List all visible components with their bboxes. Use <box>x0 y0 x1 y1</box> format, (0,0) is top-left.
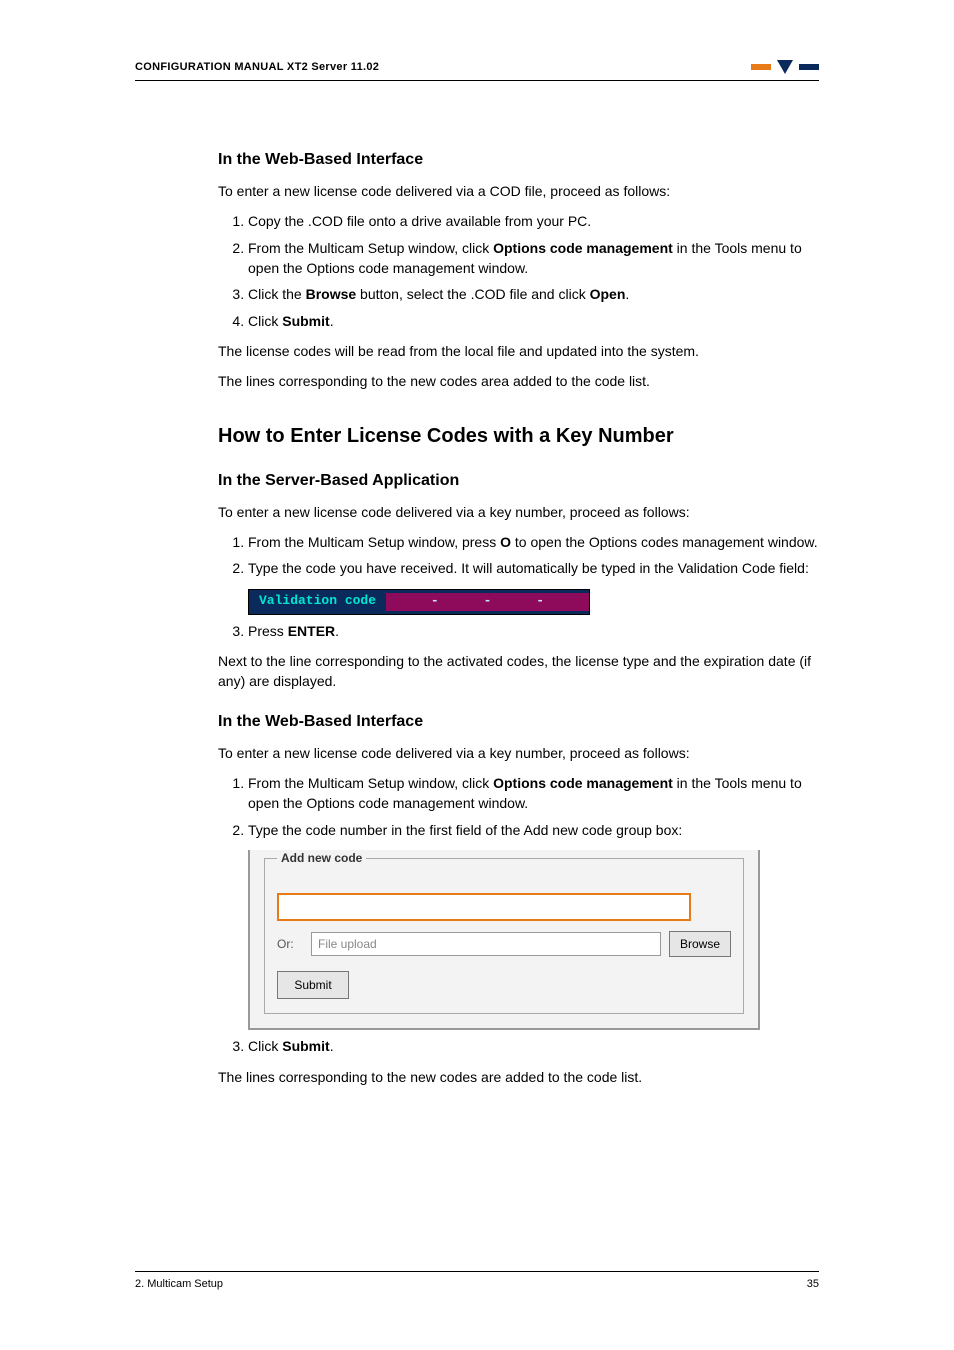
dash-icon: - <box>431 592 439 611</box>
browse-button[interactable]: Browse <box>669 931 731 957</box>
bold-text: O <box>500 534 511 550</box>
bold-text: ENTER <box>288 623 335 639</box>
section-heading-web-cod: In the Web-Based Interface <box>218 148 819 171</box>
list-item: Press ENTER. <box>248 621 819 641</box>
text: . <box>330 1038 334 1054</box>
logo-v <box>777 60 793 74</box>
list-item: Click Submit. <box>248 311 819 331</box>
logo-bar-left <box>751 64 771 70</box>
bold-text: Options code management <box>493 775 673 791</box>
fieldset-legend: Add new code <box>277 850 366 867</box>
list-item: From the Multicam Setup window, press O … <box>248 532 819 552</box>
text: From the Multicam Setup window, click <box>248 775 493 791</box>
text: Click the <box>248 286 306 302</box>
steps-list: From the Multicam Setup window, press O … <box>218 532 819 641</box>
text: . <box>330 313 334 329</box>
evs-logo <box>751 60 819 74</box>
paragraph: Next to the line corresponding to the ac… <box>218 651 819 692</box>
list-item: From the Multicam Setup window, click Op… <box>248 773 819 814</box>
section-heading-server-key: In the Server-Based Application <box>218 469 819 492</box>
intro-text: To enter a new license code delivered vi… <box>218 743 819 763</box>
paragraph: The lines corresponding to the new codes… <box>218 1067 819 1087</box>
bold-text: Submit <box>282 1038 329 1054</box>
paragraph: The license codes will be read from the … <box>218 341 819 361</box>
add-new-code-fieldset: Add new code Or: File upload Browse Subm… <box>264 850 744 1014</box>
text: Click <box>248 313 282 329</box>
paragraph: The lines corresponding to the new codes… <box>218 371 819 391</box>
text: . <box>335 623 339 639</box>
section-heading-keynumber: How to Enter License Codes with a Key Nu… <box>218 422 819 451</box>
bold-text: Browse <box>306 286 357 302</box>
header-title: CONFIGURATION MANUAL XT2 Server 11.02 <box>135 61 379 73</box>
dash-icon: - <box>484 592 492 611</box>
validation-code-label: Validation code <box>249 592 386 611</box>
intro-text: To enter a new license code delivered vi… <box>218 181 819 201</box>
text: Click <box>248 1038 282 1054</box>
text: Type the code number in the first field … <box>248 822 682 838</box>
text: . <box>625 286 629 302</box>
footer-section: 2. Multicam Setup <box>135 1278 223 1290</box>
list-item: Click the Browse button, select the .COD… <box>248 284 819 304</box>
bold-text: Options code management <box>493 240 673 256</box>
add-new-code-screenshot: Add new code Or: File upload Browse Subm… <box>248 850 760 1030</box>
text: Press <box>248 623 288 639</box>
bold-text: Open <box>590 286 626 302</box>
list-item: Click Submit. <box>248 1036 819 1056</box>
section-heading-web-key: In the Web-Based Interface <box>218 710 819 733</box>
file-upload-input[interactable]: File upload <box>311 932 661 956</box>
list-item: Type the code you have received. It will… <box>248 558 819 614</box>
list-item: Type the code number in the first field … <box>248 820 819 1031</box>
text: From the Multicam Setup window, press <box>248 534 500 550</box>
validation-code-field: - - - <box>386 593 589 611</box>
or-label: Or: <box>277 936 303 953</box>
submit-button[interactable]: Submit <box>277 971 349 999</box>
page-header: CONFIGURATION MANUAL XT2 Server 11.02 <box>135 60 819 81</box>
page-number: 35 <box>807 1278 819 1290</box>
text: From the Multicam Setup window, click <box>248 240 493 256</box>
intro-text: To enter a new license code delivered vi… <box>218 502 819 522</box>
list-item: Copy the .COD file onto a drive availabl… <box>248 211 819 231</box>
list-item: From the Multicam Setup window, click Op… <box>248 238 819 279</box>
page-content: In the Web-Based Interface To enter a ne… <box>218 130 819 1097</box>
validation-code-screenshot: Validation code - - - <box>248 589 590 615</box>
bold-text: Submit <box>282 313 329 329</box>
dash-icon: - <box>536 592 544 611</box>
code-input[interactable] <box>277 893 691 921</box>
text: Type the code you have received. It will… <box>248 560 809 576</box>
text: button, select the .COD file and click <box>356 286 589 302</box>
steps-list: Copy the .COD file onto a drive availabl… <box>218 211 819 330</box>
page-footer: 2. Multicam Setup 35 <box>135 1271 819 1290</box>
steps-list: From the Multicam Setup window, click Op… <box>218 773 819 1057</box>
logo-bar-right <box>799 64 819 70</box>
text: to open the Options codes management win… <box>511 534 818 550</box>
